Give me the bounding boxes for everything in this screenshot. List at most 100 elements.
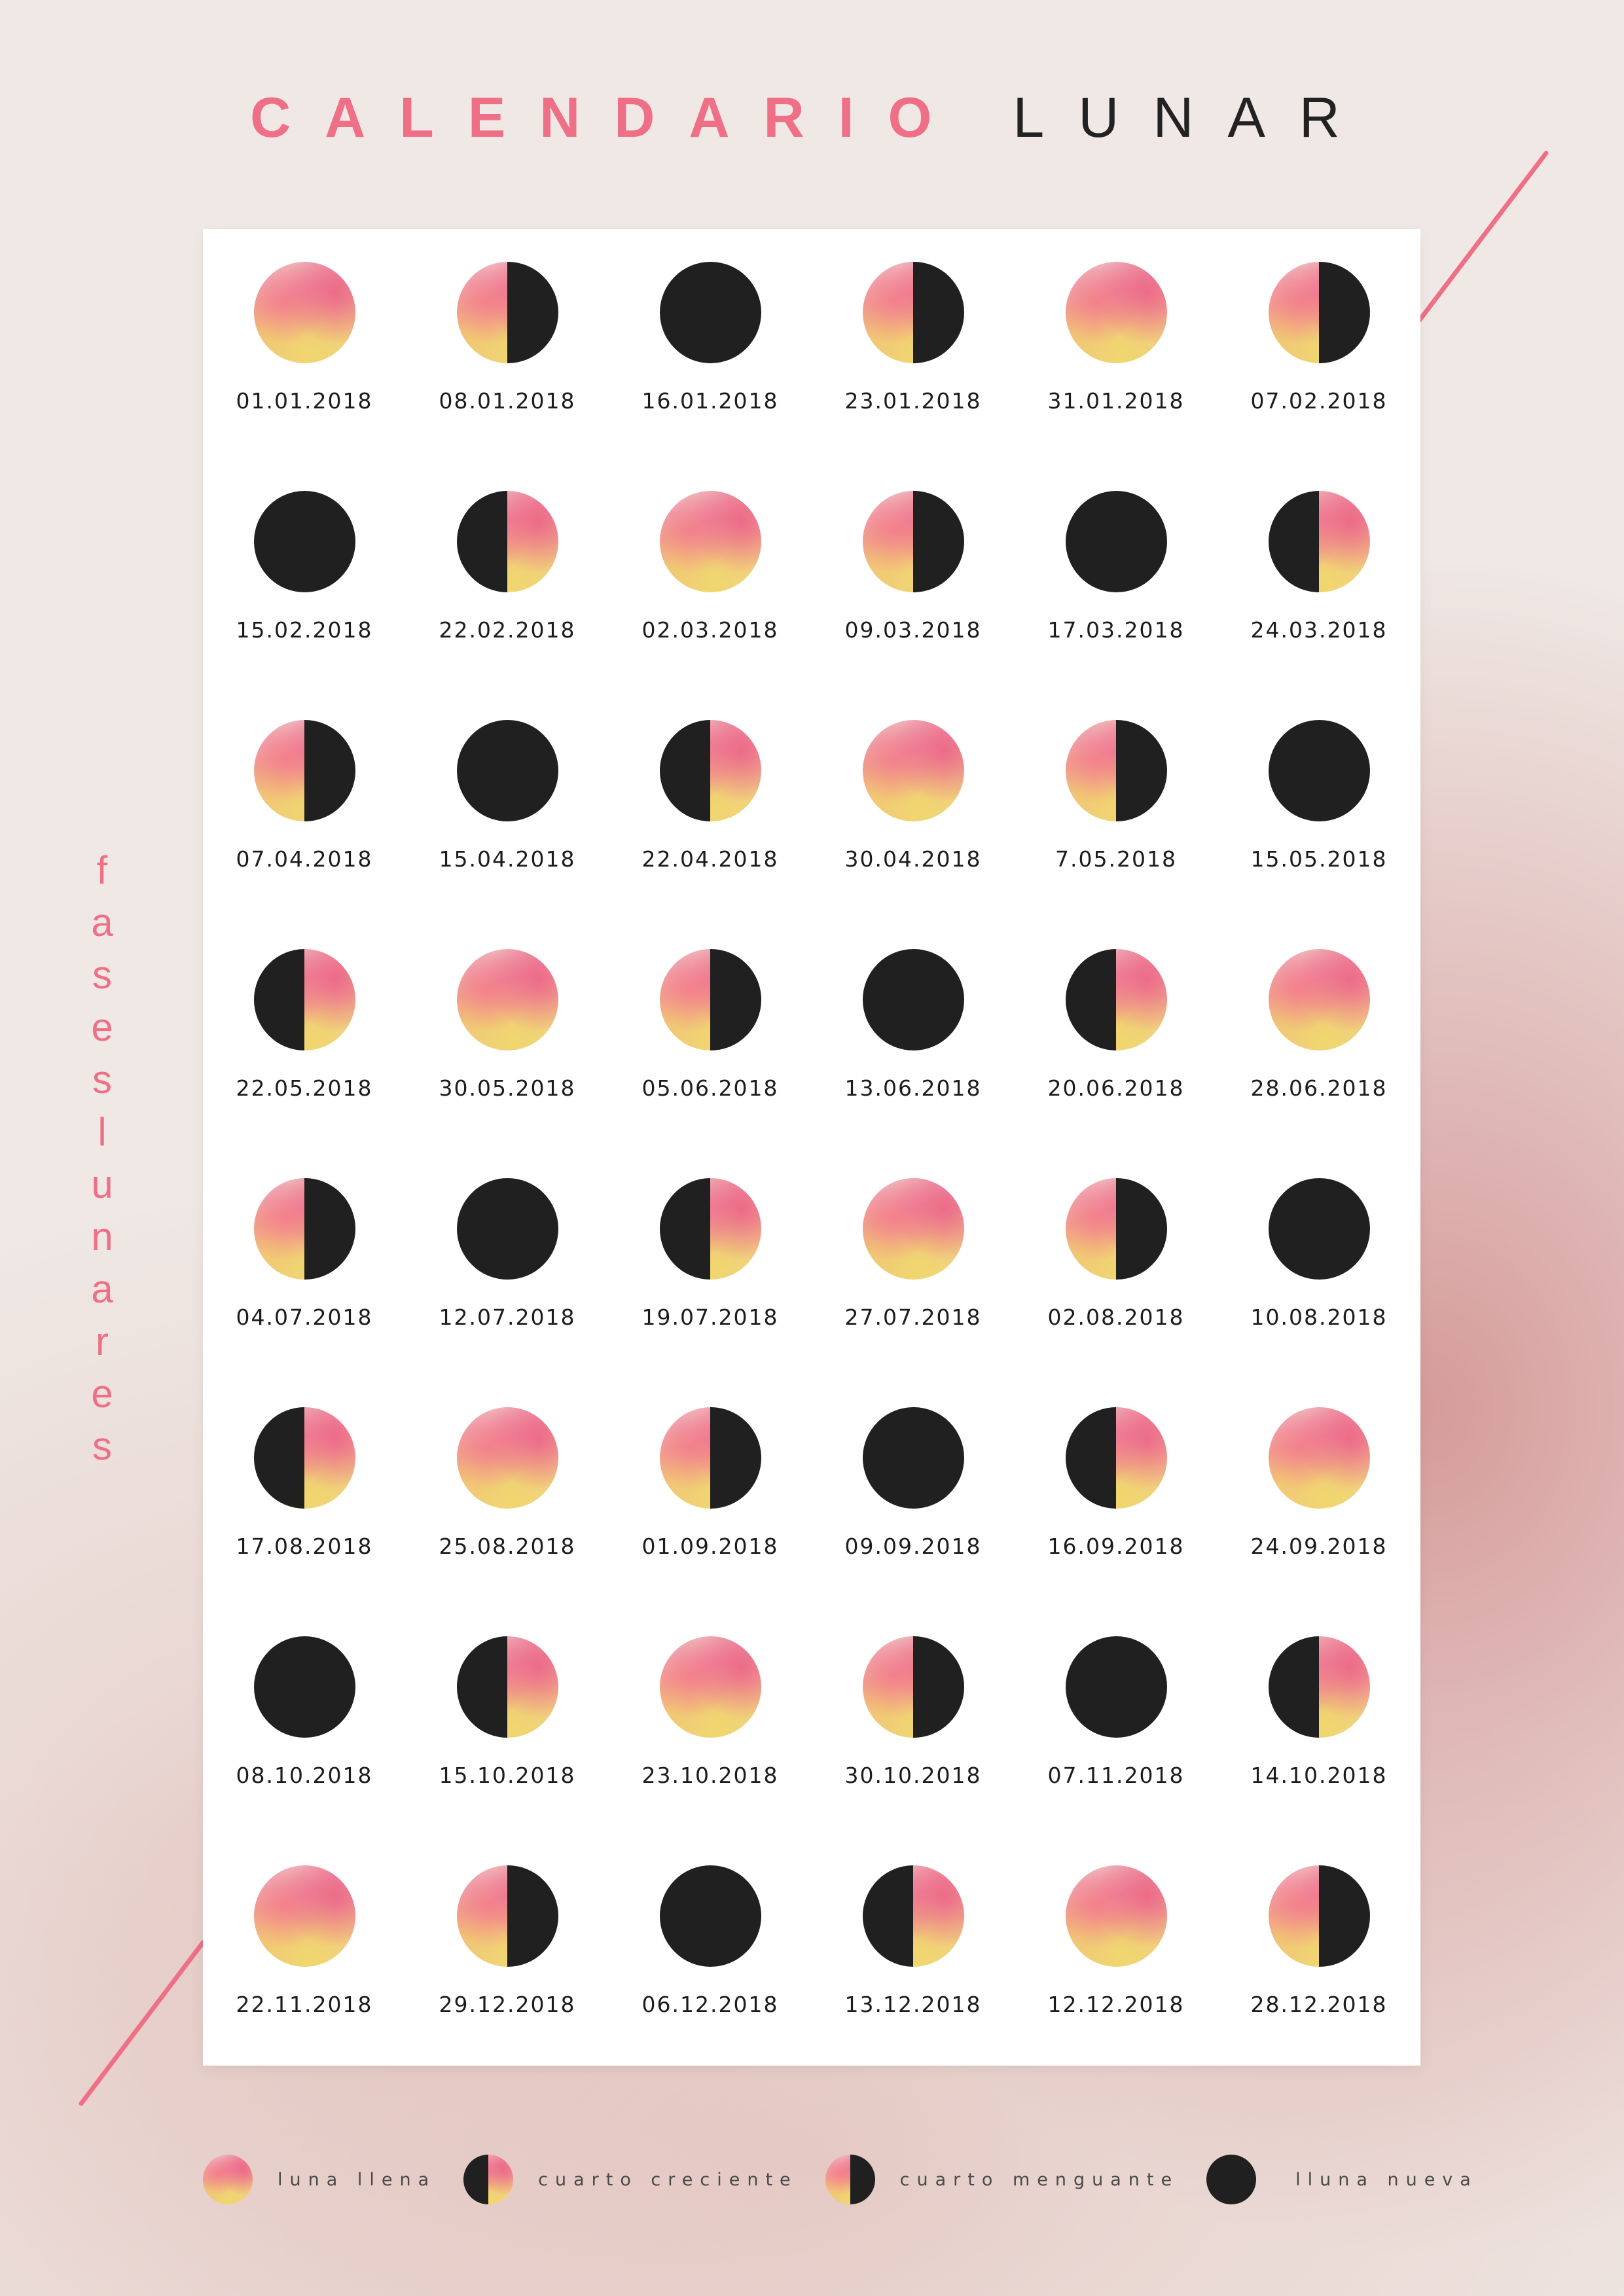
side-text-letter: e: [91, 1372, 113, 1416]
side-text-letter: n: [91, 1215, 113, 1259]
moon-phase-cell: 16.09.2018: [1015, 1407, 1218, 1636]
half-moon-left-lit-icon: [456, 1865, 558, 1967]
half-moon-right-lit-icon: [862, 1865, 964, 1967]
legend-label: cuarto creciente: [538, 2169, 798, 2190]
phase-date: 08.01.2018: [439, 388, 576, 414]
bottom-left-diagonal-line: [79, 1940, 206, 2106]
phase-date: 19.07.2018: [641, 1304, 779, 1330]
phase-date: 15.05.2018: [1250, 846, 1388, 872]
full-moon-icon: [456, 949, 558, 1050]
new-moon-icon: [1268, 1178, 1370, 1280]
half-moon-left-lit-icon: [1065, 1178, 1167, 1280]
moon-phase-cell: 08.10.2018: [203, 1636, 406, 1865]
half-moon-right-lit-icon: [1065, 1407, 1167, 1509]
phase-date: 22.05.2018: [236, 1075, 373, 1101]
phase-date: 15.04.2018: [439, 846, 576, 872]
phase-date: 23.01.2018: [844, 388, 982, 414]
phase-date: 06.12.2018: [641, 1992, 779, 2017]
phase-date: 09.09.2018: [844, 1534, 982, 1559]
phase-date: 24.03.2018: [1250, 617, 1388, 643]
phase-date: 13.12.2018: [844, 1992, 982, 2017]
phase-date: 25.08.2018: [439, 1534, 576, 1559]
moon-phase-cell: 23.01.2018: [812, 262, 1015, 491]
moon-phase-cell: 24.03.2018: [1218, 491, 1420, 720]
new-moon-icon: [862, 1407, 964, 1509]
phase-date: 17.08.2018: [236, 1534, 373, 1559]
half-moon-right-lit-icon: [1268, 491, 1370, 592]
moon-phase-cell: 12.12.2018: [1015, 1865, 1218, 2094]
moon-phase-cell: 31.01.2018: [1015, 262, 1218, 491]
phase-date: 15.02.2018: [236, 617, 373, 643]
moon-phase-cell: 15.05.2018: [1218, 720, 1420, 949]
full-moon-icon: [1065, 1865, 1167, 1967]
phase-date: 30.10.2018: [844, 1763, 982, 1788]
new-moon-icon: [659, 262, 761, 363]
side-text-letter: s: [92, 1424, 112, 1468]
phase-date: 31.01.2018: [1047, 388, 1185, 414]
moon-phase-cell: 7.05.2018: [1015, 720, 1218, 949]
half-moon-left-lit-icon: [1268, 1865, 1370, 1967]
phase-date: 07.11.2018: [1047, 1763, 1185, 1788]
moon-phase-cell: 10.08.2018: [1218, 1178, 1420, 1407]
moon-phase-cell: 15.04.2018: [406, 720, 609, 949]
legend-label: lluna nueva: [1295, 2169, 1478, 2190]
new-moon-icon: [1065, 491, 1167, 592]
moon-phase-cell: 08.01.2018: [406, 262, 609, 491]
full-moon-icon: [1065, 262, 1167, 363]
moon-phase-cell: 09.09.2018: [812, 1407, 1015, 1636]
half-moon-left-lit-icon: [1065, 720, 1167, 821]
moon-phase-cell: 22.02.2018: [406, 491, 609, 720]
half-moon-right-lit-icon: [659, 720, 761, 821]
phase-date: 04.07.2018: [236, 1304, 373, 1330]
moon-phase-cell: 30.04.2018: [812, 720, 1015, 949]
side-text-letter: a: [91, 901, 113, 944]
moon-phase-cell: 04.07.2018: [203, 1178, 406, 1407]
moon-phase-cell: 17.08.2018: [203, 1407, 406, 1636]
phase-date: 01.01.2018: [236, 388, 373, 414]
full-moon-icon: [456, 1407, 558, 1509]
moon-phase-cell: 07.11.2018: [1015, 1636, 1218, 1865]
full-moon-icon: [862, 1178, 964, 1280]
phase-date: 28.12.2018: [1250, 1992, 1388, 2017]
new-moon-icon: [659, 1865, 761, 1967]
new-moon-icon: [456, 720, 558, 821]
moon-phase-cell: 28.06.2018: [1218, 949, 1420, 1178]
full-moon-icon: [862, 720, 964, 821]
phase-date: 22.02.2018: [439, 617, 576, 643]
new-moon-icon: [253, 491, 355, 592]
phase-date: 02.08.2018: [1047, 1304, 1185, 1330]
phase-date: 22.11.2018: [236, 1992, 373, 2017]
full-moon-icon: [253, 262, 355, 363]
legend-label: cuarto menguante: [899, 2169, 1180, 2190]
legend-half-moon-right-lit-icon: [463, 2155, 514, 2204]
half-moon-left-lit-icon: [253, 1178, 355, 1280]
moon-phase-cell: 22.05.2018: [203, 949, 406, 1178]
moon-phase-cell: 13.06.2018: [812, 949, 1015, 1178]
phase-date: 12.12.2018: [1047, 1992, 1185, 2017]
phase-date: 27.07.2018: [844, 1304, 982, 1330]
full-moon-icon: [253, 1865, 355, 1967]
moon-phase-cell: 24.09.2018: [1218, 1407, 1420, 1636]
new-moon-icon: [456, 1178, 558, 1280]
moon-phase-cell: 15.10.2018: [406, 1636, 609, 1865]
full-moon-icon: [659, 491, 761, 592]
phase-date: 7.05.2018: [1055, 846, 1177, 872]
moon-phase-cell: 02.08.2018: [1015, 1178, 1218, 1407]
phase-date: 20.06.2018: [1047, 1075, 1185, 1101]
moon-phase-cell: 30.10.2018: [812, 1636, 1015, 1865]
phase-date: 23.10.2018: [641, 1763, 779, 1788]
moon-phase-cell: 01.09.2018: [609, 1407, 812, 1636]
half-moon-left-lit-icon: [862, 491, 964, 592]
moon-phase-cell: 28.12.2018: [1218, 1865, 1420, 2094]
phase-date: 07.02.2018: [1250, 388, 1388, 414]
phase-date: 05.06.2018: [641, 1075, 779, 1101]
half-moon-right-lit-icon: [1268, 1636, 1370, 1738]
half-moon-left-lit-icon: [1268, 262, 1370, 363]
half-moon-left-lit-icon: [659, 949, 761, 1050]
calendar-panel: 01.01.2018 08.01.2018 16.01.2018 23.01.2018…: [203, 229, 1420, 2066]
half-moon-right-lit-icon: [456, 491, 558, 592]
phase-date: 07.04.2018: [236, 846, 373, 872]
moon-phase-cell: 19.07.2018: [609, 1178, 812, 1407]
legend-label: luna llena: [278, 2169, 437, 2190]
new-moon-icon: [1065, 1636, 1167, 1738]
